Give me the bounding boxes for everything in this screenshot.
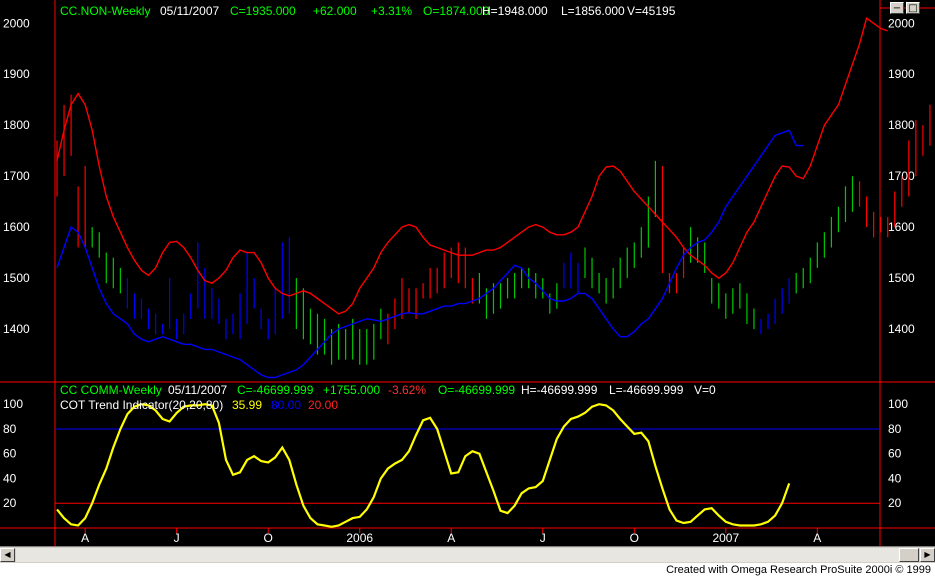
- upper-y-tick-right: 1900: [888, 67, 915, 81]
- x-tick-label: O: [630, 531, 639, 545]
- x-tick-label: O: [264, 531, 273, 545]
- lower-header-field: L=-46699.999: [609, 383, 684, 397]
- upper-y-tick-left: 1400: [3, 322, 30, 336]
- upper-y-tick-left: 1600: [3, 220, 30, 234]
- upper-header-field: O=1874.000: [423, 4, 490, 18]
- indicator-lower-level: 20.00: [308, 398, 338, 412]
- chart-canvas: 2000200019001900180018001700170016001600…: [0, 0, 935, 546]
- upper-y-tick-left: 1900: [3, 67, 30, 81]
- scroll-right-icon[interactable]: ▶: [920, 548, 935, 562]
- lower-envelope-line: [56, 129, 804, 379]
- lower-header-field: +1755.000: [323, 383, 380, 397]
- upper-header-field: 05/11/2007: [160, 4, 219, 18]
- upper-y-tick-right: 1600: [888, 220, 915, 234]
- x-tick-label: 2006: [346, 531, 373, 545]
- lower-y-tick-right: 80: [888, 422, 902, 436]
- lower-header-field: V=0: [694, 383, 716, 397]
- upper-y-tick-left: 1700: [3, 169, 30, 183]
- upper-header-field: +62.000: [313, 4, 357, 18]
- indicator-name: COT Trend Indicator(20,20,80): [60, 398, 223, 412]
- upper-y-tick-right: 1400: [888, 322, 915, 336]
- lower-y-tick-right: 20: [888, 496, 902, 510]
- lower-header-field: 05/11/2007: [168, 383, 227, 397]
- lower-y-tick-left: 20: [3, 496, 17, 510]
- lower-y-tick-right: 40: [888, 471, 902, 485]
- upper-y-tick-left: 2000: [3, 16, 30, 30]
- upper-header-field: +3.31%: [371, 4, 412, 18]
- upper-header-field: H=1948.000: [482, 4, 548, 18]
- upper-y-tick-right: 1500: [888, 271, 915, 285]
- lower-header-field: CC COMM-Weekly: [60, 383, 162, 397]
- x-tick-label: J: [174, 531, 180, 545]
- indicator-upper-level: 80.00: [271, 398, 301, 412]
- footer-credit: Created with Omega Research ProSuite 200…: [666, 564, 931, 576]
- lower-y-tick-left: 80: [3, 422, 17, 436]
- upper-header-field: V=45195: [627, 4, 676, 18]
- upper-y-tick-right: 2000: [888, 16, 915, 30]
- lower-header-field: -3.62%: [388, 383, 426, 397]
- lower-header-field: H=-46699.999: [521, 383, 598, 397]
- x-tick-label: J: [540, 531, 546, 545]
- upper-y-tick-right: 1800: [888, 118, 915, 132]
- maximize-icon[interactable]: □: [906, 2, 920, 14]
- lower-y-tick-right: 60: [888, 447, 902, 461]
- upper-y-tick-left: 1500: [3, 271, 30, 285]
- indicator-value: 35.99: [232, 398, 262, 412]
- scroll-left-icon[interactable]: ◀: [0, 548, 15, 562]
- lower-y-tick-left: 40: [3, 471, 17, 485]
- horizontal-scrollbar[interactable]: ◀ ▶: [0, 546, 935, 563]
- x-tick-label: 2007: [712, 531, 739, 545]
- cot-indicator-line: [56, 403, 791, 528]
- lower-y-tick-right: 100: [888, 397, 908, 411]
- scroll-thumb[interactable]: [899, 548, 919, 562]
- x-tick-label: A: [447, 531, 455, 545]
- lower-y-tick-left: 100: [3, 397, 23, 411]
- x-tick-label: A: [813, 531, 821, 545]
- x-tick-label: A: [81, 531, 89, 545]
- upper-header-field: L=1856.000: [561, 4, 625, 18]
- scroll-track[interactable]: [16, 548, 919, 562]
- upper-header-field: CC.NON-Weekly: [60, 4, 150, 18]
- upper-y-tick-left: 1800: [3, 118, 30, 132]
- lower-header-field: C=-46699.999: [237, 383, 314, 397]
- lower-y-tick-left: 60: [3, 447, 17, 461]
- lower-header-field: O=-46699.999: [438, 383, 515, 397]
- upper-envelope-line: [56, 17, 888, 315]
- footer: Created with Omega Research ProSuite 200…: [0, 563, 935, 578]
- upper-header-field: C=1935.000: [230, 4, 296, 18]
- minimize-icon[interactable]: −: [890, 2, 904, 14]
